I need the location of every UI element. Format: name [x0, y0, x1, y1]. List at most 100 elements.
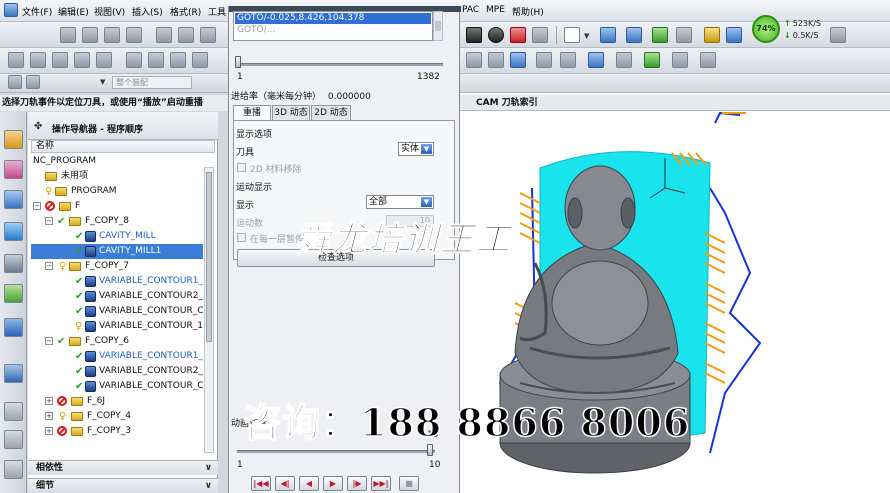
clock-icon[interactable]	[4, 402, 23, 421]
menu-help[interactable]: 帮助(H)	[512, 5, 544, 18]
tree-row-variable-contour-1[interactable]: ♀ VARIABLE_CONTOUR_1	[31, 319, 203, 334]
menu-edit[interactable]: 编辑(E)	[58, 5, 89, 18]
collapse-icon[interactable]: −	[45, 337, 53, 345]
assembly-scope-dropdown[interactable]: 整个装配	[112, 76, 192, 89]
stop-button[interactable]: ■	[399, 476, 419, 491]
view-cube-icon[interactable]	[510, 27, 526, 43]
wireframe-icon[interactable]	[532, 27, 548, 43]
goto-list-scrollbar[interactable]	[433, 11, 443, 41]
menu-mpe[interactable]: MPE	[486, 5, 505, 15]
copy-icon[interactable]	[178, 27, 194, 43]
history-icon[interactable]	[4, 364, 23, 383]
tree-row-cavity-mill[interactable]: ✔ CAVITY_MILL	[31, 229, 203, 244]
position-slider-track[interactable]	[237, 63, 443, 66]
scrollbar-thumb[interactable]	[206, 172, 212, 342]
tree-row-f-copy-8[interactable]: − ✔ F_COPY_8	[31, 214, 203, 229]
assembly-navigator-icon[interactable]	[4, 130, 23, 149]
goto-row-selected[interactable]: GOTO/-0.025,8.426,104.378	[235, 13, 431, 24]
open-file-icon[interactable]	[82, 27, 98, 43]
fit-icon[interactable]	[466, 52, 482, 68]
arrow-icon[interactable]	[652, 27, 668, 43]
tree-row-variable-contour2-c-2[interactable]: ✔ VARIABLE_CONTOUR2_C	[31, 364, 203, 379]
menu-pac[interactable]: PAC	[462, 5, 479, 15]
replay-icon[interactable]	[148, 52, 164, 68]
filter-icon[interactable]	[8, 75, 22, 89]
menu-format[interactable]: 格式(R)	[170, 5, 201, 18]
background-color-icon[interactable]	[564, 27, 580, 43]
new-file-icon[interactable]	[60, 27, 76, 43]
rotate-icon[interactable]	[510, 52, 526, 68]
cam-path-index-tab[interactable]: CAM 刀轨索引	[460, 95, 890, 111]
motion-display-select[interactable]: 全部 ▼	[366, 195, 434, 209]
navigator-scrollbar[interactable]	[204, 167, 214, 453]
show-hide-icon[interactable]	[644, 52, 660, 68]
menu-view[interactable]: 视图(V)	[94, 5, 125, 18]
fast-forward-to-end-button[interactable]: ▶▶|	[371, 476, 391, 491]
tree-row-nc-program[interactable]: NC_PROGRAM	[31, 154, 203, 169]
generate-icon[interactable]	[126, 52, 142, 68]
collapse-icon[interactable]: −	[45, 262, 53, 270]
chevron-down-icon[interactable]: ▼	[584, 32, 589, 40]
measure-icon[interactable]	[672, 52, 688, 68]
tree-row-variable-contour2-c[interactable]: ✔ VARIABLE_CONTOUR2_C	[31, 289, 203, 304]
play-reverse-button[interactable]: ◀	[299, 476, 319, 491]
shaded-icon[interactable]	[488, 27, 504, 43]
step-back-button[interactable]: ◀|	[275, 476, 295, 491]
tree-row-variable-contour-cc-2[interactable]: ✔ VARIABLE_CONTOUR_CC	[31, 379, 203, 394]
reuse-library-icon[interactable]	[4, 254, 23, 273]
expand-icon[interactable]: +	[45, 412, 53, 420]
expand-icon[interactable]: +	[45, 397, 53, 405]
tree-row-cavity-mill1[interactable]: ✔ CAVITY_MILL1	[31, 244, 203, 259]
verify-icon[interactable]	[726, 27, 742, 43]
menu-insert[interactable]: 插入(S)	[132, 5, 163, 18]
tab-2d-dynamic[interactable]: 2D 动态	[311, 105, 351, 120]
paste-icon[interactable]	[200, 27, 216, 43]
tree-row-unused[interactable]: 未用项	[31, 169, 203, 184]
tree-row-variable-contour1-c-2[interactable]: ✔ VARIABLE_CONTOUR1_C	[31, 349, 203, 364]
tree-row-variable-contour1-c[interactable]: ✔ VARIABLE_CONTOUR1_C	[31, 274, 203, 289]
tree-row-variable-contour-cc[interactable]: ✔ VARIABLE_CONTOUR_CC	[31, 304, 203, 319]
menu-icon[interactable]	[26, 75, 40, 89]
collapse-icon[interactable]: −	[45, 217, 53, 225]
zoom-icon[interactable]	[488, 52, 504, 68]
tree-row-f-copy-6[interactable]: − ✔ F_COPY_6	[31, 334, 203, 349]
machine-navigator-icon[interactable]	[4, 222, 23, 241]
verify-path-icon[interactable]	[192, 52, 208, 68]
tree-row-program[interactable]: ♀ PROGRAM	[31, 184, 203, 199]
tree-row-f-6j[interactable]: + F_6J	[31, 394, 203, 409]
rewind-to-start-button[interactable]: |◀◀	[251, 476, 271, 491]
operation-navigator-icon[interactable]	[4, 190, 23, 209]
position-slider-thumb[interactable]	[235, 56, 241, 68]
dependencies-panel-header[interactable]: 相依性 ∨	[28, 460, 218, 475]
part-navigator-icon[interactable]	[4, 160, 23, 179]
create-geometry-icon[interactable]	[52, 52, 68, 68]
chevron-down-icon[interactable]: ▼	[421, 144, 432, 154]
create-method-icon[interactable]	[74, 52, 90, 68]
wcs-icon[interactable]	[616, 52, 632, 68]
expand-icon[interactable]: +	[45, 427, 53, 435]
web-browser-icon[interactable]	[4, 318, 23, 337]
material-removal-checkbox[interactable]	[237, 163, 246, 172]
menu-file[interactable]: 文件(F)	[22, 5, 52, 18]
create-program-icon[interactable]	[8, 52, 24, 68]
orient-icon[interactable]	[626, 27, 642, 43]
goto-list[interactable]: GOTO/-0.025,8.426,104.378 GOTO/...	[233, 11, 433, 41]
save-icon[interactable]	[104, 27, 120, 43]
tree-row-f-copy-4[interactable]: + ♀ F_COPY_4	[31, 409, 203, 424]
chevron-down-icon[interactable]: ▼	[100, 78, 105, 86]
chevron-down-icon[interactable]: ∨	[205, 461, 212, 475]
toolpath-icon[interactable]	[704, 27, 720, 43]
step-forward-button[interactable]: |▶	[347, 476, 367, 491]
simulate-icon[interactable]	[830, 27, 846, 43]
analysis-icon[interactable]	[700, 52, 716, 68]
pause-each-layer-checkbox[interactable]	[237, 233, 246, 242]
menu-tools[interactable]: 工具	[208, 5, 226, 18]
layer-icon[interactable]	[588, 52, 604, 68]
roles-icon[interactable]	[4, 430, 23, 449]
system-icon[interactable]	[4, 460, 23, 479]
collapse-icon[interactable]: −	[33, 202, 41, 210]
tool-display-select[interactable]: 实体 ▼	[398, 142, 434, 156]
tree-row-f[interactable]: − F	[31, 199, 203, 214]
speed-slider-track[interactable]	[237, 450, 435, 453]
chevron-down-icon[interactable]: ∨	[205, 479, 212, 493]
